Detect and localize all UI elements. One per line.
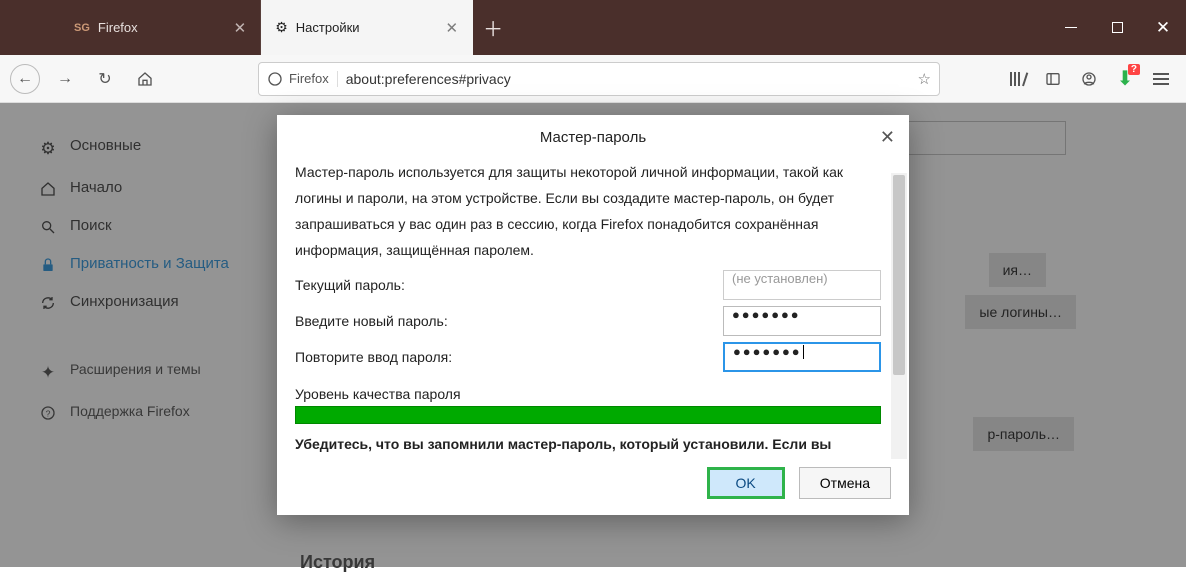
identity-label: Firefox — [289, 71, 329, 86]
firefox-icon — [267, 71, 283, 87]
download-badge: ? — [1128, 64, 1140, 75]
home-icon — [137, 71, 153, 87]
hamburger-icon — [1153, 73, 1169, 85]
site-favicon: SG — [74, 22, 90, 34]
sidebar-button[interactable] — [1036, 62, 1070, 96]
new-password-input[interactable]: ●●●●●●● — [723, 306, 881, 336]
tab-label: Firefox — [98, 20, 138, 35]
modal-overlay: Мастер-пароль ✕ Мастер-пароль использует… — [0, 103, 1186, 567]
back-button[interactable]: ← — [8, 62, 42, 96]
minimize-button[interactable] — [1048, 0, 1094, 55]
dialog-footer: OK Отмена — [277, 455, 909, 515]
tab-strip: SG Firefox ✕ ⚙ Настройки ✕ ＋ — [0, 0, 513, 55]
new-password-label: Введите новый пароль: — [295, 313, 448, 329]
sidebar-icon — [1045, 71, 1061, 87]
forward-button[interactable]: → — [48, 62, 82, 96]
account-button[interactable] — [1072, 62, 1106, 96]
close-icon[interactable]: ✕ — [234, 19, 247, 37]
close-window-button[interactable]: ✕ — [1140, 0, 1186, 55]
master-password-dialog: Мастер-пароль ✕ Мастер-пароль использует… — [277, 115, 909, 515]
url-bar[interactable]: Firefox about:preferences#privacy ☆ — [258, 62, 940, 96]
dialog-warning-text: Убедитесь, что вы запомнили мастер-парол… — [295, 432, 881, 455]
close-icon[interactable]: ✕ — [446, 19, 459, 37]
reload-button[interactable]: ↻ — [88, 62, 122, 96]
tab-settings[interactable]: ⚙ Настройки ✕ — [261, 0, 473, 55]
dialog-intro-text: Мастер-пароль используется для защиты не… — [295, 160, 881, 264]
repeat-password-input[interactable]: ●●●●●●● — [723, 342, 881, 372]
cancel-button[interactable]: Отмена — [799, 467, 891, 499]
ok-button[interactable]: OK — [707, 467, 785, 499]
library-button[interactable] — [1000, 62, 1034, 96]
tab-label: Настройки — [296, 20, 360, 35]
url-text: about:preferences#privacy — [346, 71, 910, 87]
dialog-close-button[interactable]: ✕ — [880, 127, 895, 148]
scrollbar-thumb[interactable] — [893, 175, 905, 375]
current-password-label: Текущий пароль: — [295, 277, 405, 293]
repeat-password-label: Повторите ввод пароля: — [295, 349, 452, 365]
identity-box[interactable]: Firefox — [267, 71, 338, 87]
account-icon — [1081, 71, 1097, 87]
content-area: ⚙ Основные Начало Поиск Приватность и За… — [0, 103, 1186, 567]
current-password-input: (не установлен) — [723, 270, 881, 300]
window-titlebar: SG Firefox ✕ ⚙ Настройки ✕ ＋ ✕ — [0, 0, 1186, 55]
gear-icon: ⚙ — [275, 19, 288, 36]
maximize-button[interactable] — [1094, 0, 1140, 55]
dialog-title: Мастер-пароль — [540, 129, 646, 146]
tab-firefox[interactable]: SG Firefox ✕ — [60, 0, 261, 55]
new-password-row: Введите новый пароль: ●●●●●●● — [295, 306, 881, 336]
dialog-body: Мастер-пароль используется для защиты не… — [277, 160, 909, 455]
repeat-password-row: Повторите ввод пароля: ●●●●●●● — [295, 342, 881, 372]
dialog-header: Мастер-пароль ✕ — [277, 115, 909, 160]
newtab-button[interactable]: ＋ — [473, 0, 513, 55]
menu-button[interactable] — [1144, 62, 1178, 96]
bookmark-star-icon[interactable]: ☆ — [918, 70, 931, 88]
library-icon — [1010, 72, 1024, 86]
window-controls: ✕ — [1048, 0, 1186, 55]
current-password-row: Текущий пароль: (не установлен) — [295, 270, 881, 300]
home-button[interactable] — [128, 62, 162, 96]
navbar: ← → ↻ Firefox about:preferences#privacy … — [0, 55, 1186, 103]
downloads-button[interactable]: ⬇ ? — [1108, 62, 1142, 96]
password-quality-meter — [295, 406, 881, 424]
password-quality-label: Уровень качества пароля — [295, 386, 881, 402]
dialog-scrollbar[interactable] — [891, 173, 907, 459]
